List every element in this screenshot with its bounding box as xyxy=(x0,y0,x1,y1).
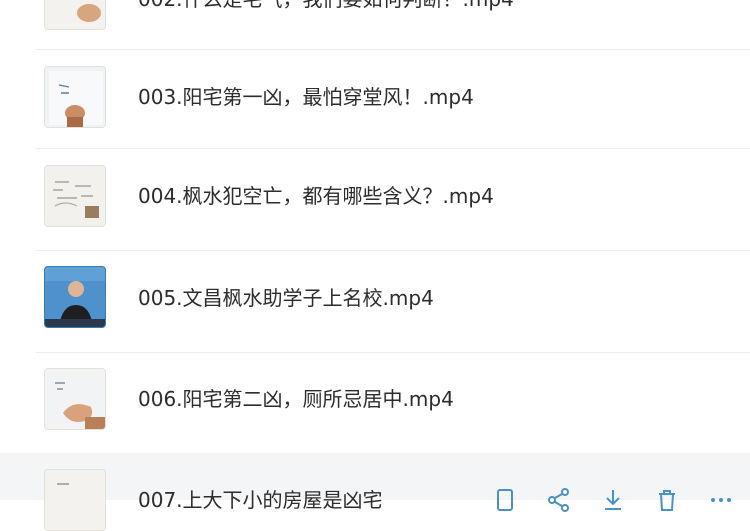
whiteboard-hand-icon xyxy=(44,368,106,430)
file-title: 003.阳宅第一凶，最怕穿堂风！.mp4 xyxy=(138,85,474,109)
download-icon[interactable] xyxy=(600,487,626,513)
whiteboard-hand-icon xyxy=(44,0,106,30)
share-icon[interactable] xyxy=(546,487,572,513)
file-title: 006.阳宅第二凶，厕所忌居中.mp4 xyxy=(138,387,454,411)
file-title: 002.什么是宅气，我们要如何判断？.mp4 xyxy=(138,0,514,13)
file-row[interactable]: 006.阳宅第二凶，厕所忌居中.mp4 xyxy=(0,353,750,455)
file-list: 002.什么是宅气，我们要如何判断？.mp4 003.阳宅第一凶，最怕穿堂风！.… xyxy=(0,0,750,531)
whiteboard-hand-icon xyxy=(44,469,106,531)
file-row[interactable]: 002.什么是宅气，我们要如何判断？.mp4 xyxy=(0,0,750,50)
file-row[interactable]: 005.文昌枫水助学子上名校.mp4 xyxy=(0,251,750,353)
presenter-icon xyxy=(44,266,106,328)
whiteboard-hand-icon xyxy=(44,66,106,128)
delete-icon[interactable] xyxy=(654,487,680,513)
bookmark-icon[interactable] xyxy=(492,487,518,513)
row-actions xyxy=(492,487,734,513)
whiteboard-sketch-icon xyxy=(44,165,106,227)
file-title: 004.枫水犯空亡，都有哪些含义？.mp4 xyxy=(138,184,494,208)
file-title: 005.文昌枫水助学子上名校.mp4 xyxy=(138,286,434,310)
file-row[interactable]: 004.枫水犯空亡，都有哪些含义？.mp4 xyxy=(0,149,750,251)
file-row[interactable]: 003.阳宅第一凶，最怕穿堂风！.mp4 xyxy=(0,47,750,149)
more-icon[interactable] xyxy=(708,487,734,513)
file-title: 007.上大下小的房屋是凶宅 xyxy=(138,488,383,512)
